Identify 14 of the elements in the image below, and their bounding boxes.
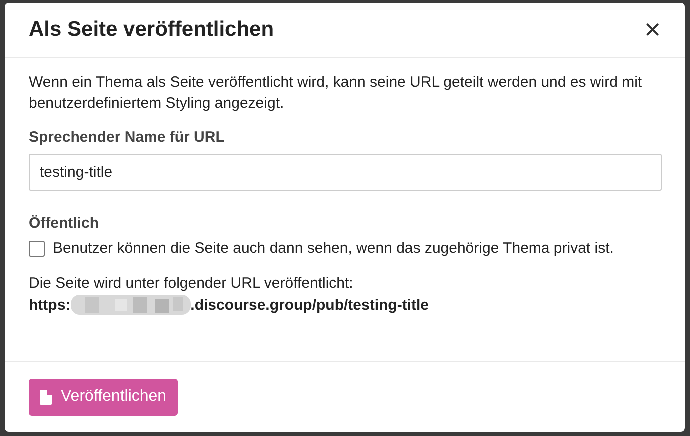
description-text: Wenn ein Thema als Seite veröffentlicht wird, kann seine URL geteilt werden und es wird mit benutzerdefiniertem Styling angezeigt. [29,73,644,114]
dialog-title: Als Seite veröffentlichen [29,18,274,42]
checkbox-label: Benutzer können die Seite auch dann sehen, wenn das zugehörige Thema privat ist. [53,240,614,257]
document-icon [40,390,52,404]
url-text: .discourse.group/pub/testing-title [190,296,429,314]
url-text: https: [29,296,71,314]
publish-button[interactable]: Veröffentlichen [29,378,178,416]
close-button[interactable]: × [640,16,665,44]
input-field[interactable]: testing-title [29,154,662,191]
redaction-blur-icon [70,295,191,315]
checkbox[interactable] [29,240,45,256]
section-label: Öffentlich [29,215,99,232]
field-label: Sprechender Name für URL [29,129,225,146]
url-intro-text: Die Seite wird unter folgender URL veröffentlicht: [29,275,354,292]
